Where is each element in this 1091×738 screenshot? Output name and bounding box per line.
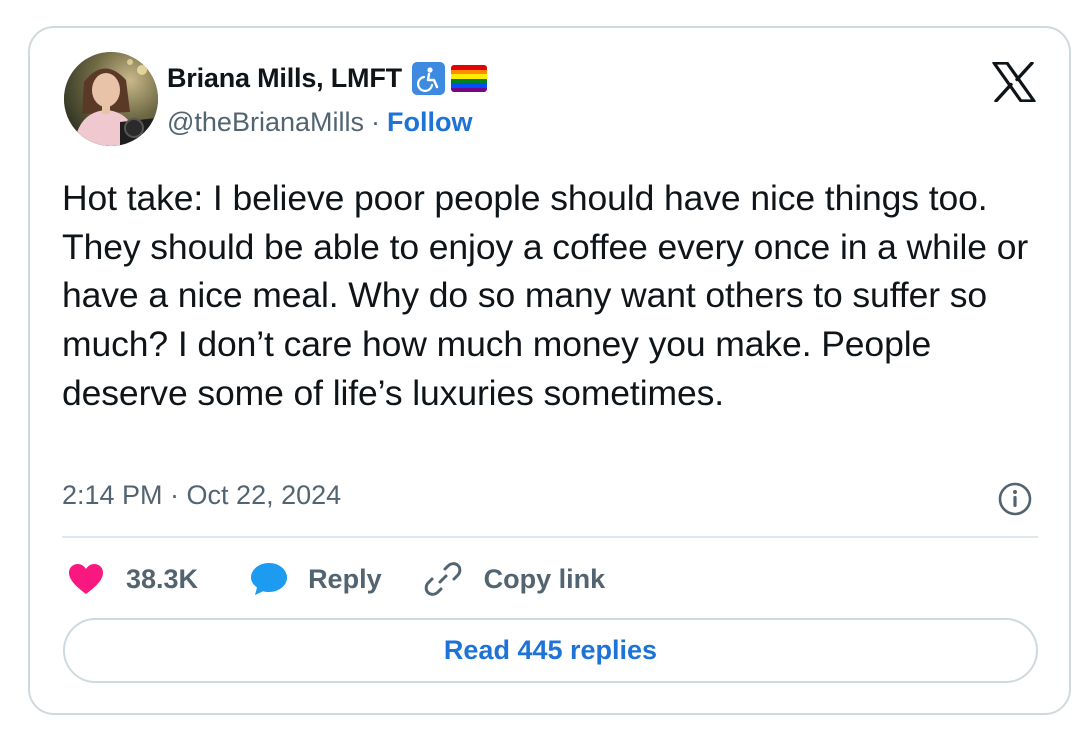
author-display-name[interactable]: Briana Mills, LMFT: [167, 63, 402, 94]
speech-bubble-icon: [250, 562, 288, 596]
like-button[interactable]: 38.3K: [68, 563, 198, 595]
tweet-timestamp[interactable]: 2:14 PM · Oct 22, 2024: [62, 480, 341, 511]
read-replies-label: Read 445 replies: [443, 635, 658, 665]
author-handle[interactable]: @theBrianaMills: [167, 107, 364, 138]
follow-button[interactable]: Follow: [387, 107, 472, 138]
author-handle-row: @theBrianaMills · Follow: [167, 107, 472, 138]
copy-link-button[interactable]: Copy link: [424, 560, 606, 598]
avatar[interactable]: [64, 52, 158, 146]
read-replies-button[interactable]: Read 445 replies: [63, 618, 1038, 683]
tweet-text: Hot take: I believe poor people should h…: [62, 178, 1029, 413]
separator-dot: ·: [370, 107, 380, 137]
tweet-card: Briana Mills, LMFT @theBrianaMills · Fol…: [28, 26, 1071, 715]
action-bar: 38.3K Reply Copy link: [68, 560, 605, 598]
heart-icon: [68, 563, 104, 595]
divider: [62, 536, 1038, 538]
rainbow-flag-icon: [450, 65, 487, 92]
reply-label: Reply: [308, 563, 382, 594]
like-count: 38.3K: [126, 563, 199, 594]
x-logo-icon[interactable]: [992, 62, 1036, 102]
info-icon[interactable]: [997, 481, 1033, 517]
copy-link-label: Copy link: [483, 563, 606, 594]
reply-button[interactable]: Reply: [250, 562, 382, 596]
author-name-row: Briana Mills, LMFT: [167, 62, 487, 95]
wheelchair-badge-icon: [411, 62, 445, 95]
link-icon: [424, 560, 462, 598]
